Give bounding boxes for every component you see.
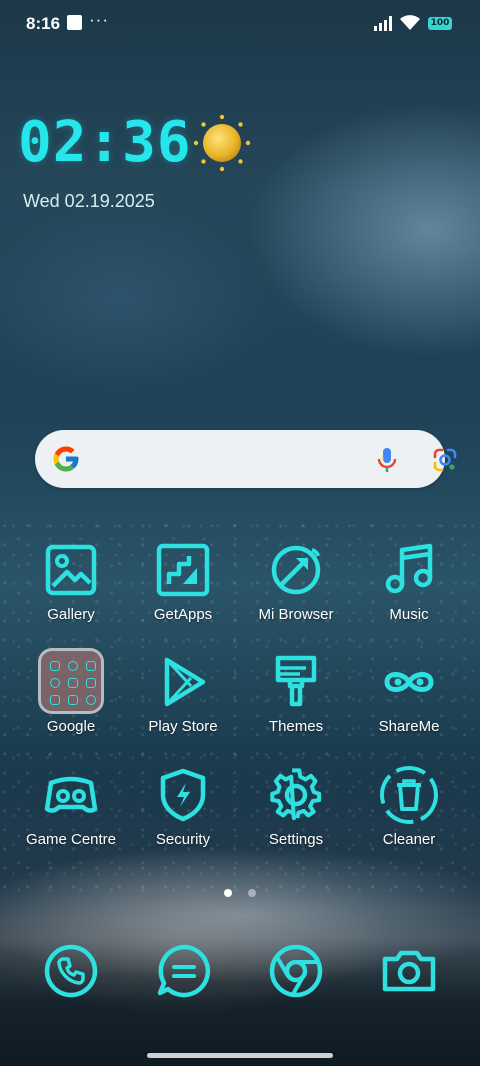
app-label: Gallery xyxy=(47,606,95,623)
google-search-bar[interactable] xyxy=(35,430,457,488)
status-time: 8:16 xyxy=(26,14,61,33)
page-indicator xyxy=(0,884,480,902)
app-getapps[interactable]: GetApps xyxy=(128,540,238,623)
getapps-icon xyxy=(156,543,210,597)
app-label: Cleaner xyxy=(382,831,436,848)
app-label: Music xyxy=(389,606,429,623)
app-google-folder[interactable]: Google xyxy=(16,648,126,735)
browser-icon xyxy=(271,545,321,595)
shareme-icon xyxy=(384,672,434,692)
play-store-icon xyxy=(164,657,206,707)
app-label: Security xyxy=(155,831,211,848)
app-label: Mi Browser xyxy=(258,606,334,623)
signal-icon xyxy=(374,16,392,31)
app-label: ShareMe xyxy=(378,718,440,735)
google-lens-icon[interactable] xyxy=(431,446,459,474)
app-settings[interactable]: Settings xyxy=(241,765,351,848)
sun-icon[interactable] xyxy=(190,113,254,173)
app-play-store[interactable]: Play Store xyxy=(128,652,238,735)
more-notifications-indicator: ··· xyxy=(89,10,109,29)
status-bar: 8:16 ··· 100 xyxy=(0,0,480,48)
gallery-icon xyxy=(45,544,97,596)
battery-icon: 100 xyxy=(428,17,452,30)
messages-icon[interactable] xyxy=(154,941,214,1001)
app-cleaner[interactable]: Cleaner xyxy=(354,765,464,848)
music-icon xyxy=(385,543,433,594)
folder-icon xyxy=(38,648,104,714)
app-gallery[interactable]: Gallery xyxy=(16,540,126,623)
app-shareme[interactable]: ShareMe xyxy=(354,652,464,735)
app-label: Themes xyxy=(268,718,324,735)
app-label: Settings xyxy=(268,831,324,848)
gesture-navigation-bar[interactable] xyxy=(147,1053,333,1058)
chrome-icon[interactable] xyxy=(266,941,326,1001)
camera-icon[interactable] xyxy=(379,941,439,1001)
game-centre-icon xyxy=(44,776,98,813)
app-label: Play Store xyxy=(148,718,218,735)
notification-square-icon xyxy=(67,15,82,30)
microphone-icon[interactable] xyxy=(375,446,399,474)
app-label: Google xyxy=(46,718,96,735)
app-game-centre[interactable]: Game Centre xyxy=(16,765,126,848)
google-g-icon xyxy=(53,446,79,472)
clock-time[interactable]: 02:36 xyxy=(18,110,192,175)
app-label: GetApps xyxy=(153,606,213,623)
app-mi-browser[interactable]: Mi Browser xyxy=(241,540,351,623)
cleaner-icon xyxy=(380,766,438,824)
app-themes[interactable]: Themes xyxy=(241,652,351,735)
security-icon xyxy=(160,768,206,822)
app-security[interactable]: Security xyxy=(128,765,238,848)
page-dot-active xyxy=(223,889,232,897)
clock-date: Wed 02.19.2025 xyxy=(23,191,155,211)
wifi-icon xyxy=(400,15,420,30)
phone-icon[interactable] xyxy=(41,941,101,1001)
app-label: Game Centre xyxy=(25,831,117,848)
settings-icon xyxy=(270,768,322,821)
page-dot xyxy=(248,889,257,897)
app-music[interactable]: Music xyxy=(354,540,464,623)
themes-icon xyxy=(275,655,317,707)
